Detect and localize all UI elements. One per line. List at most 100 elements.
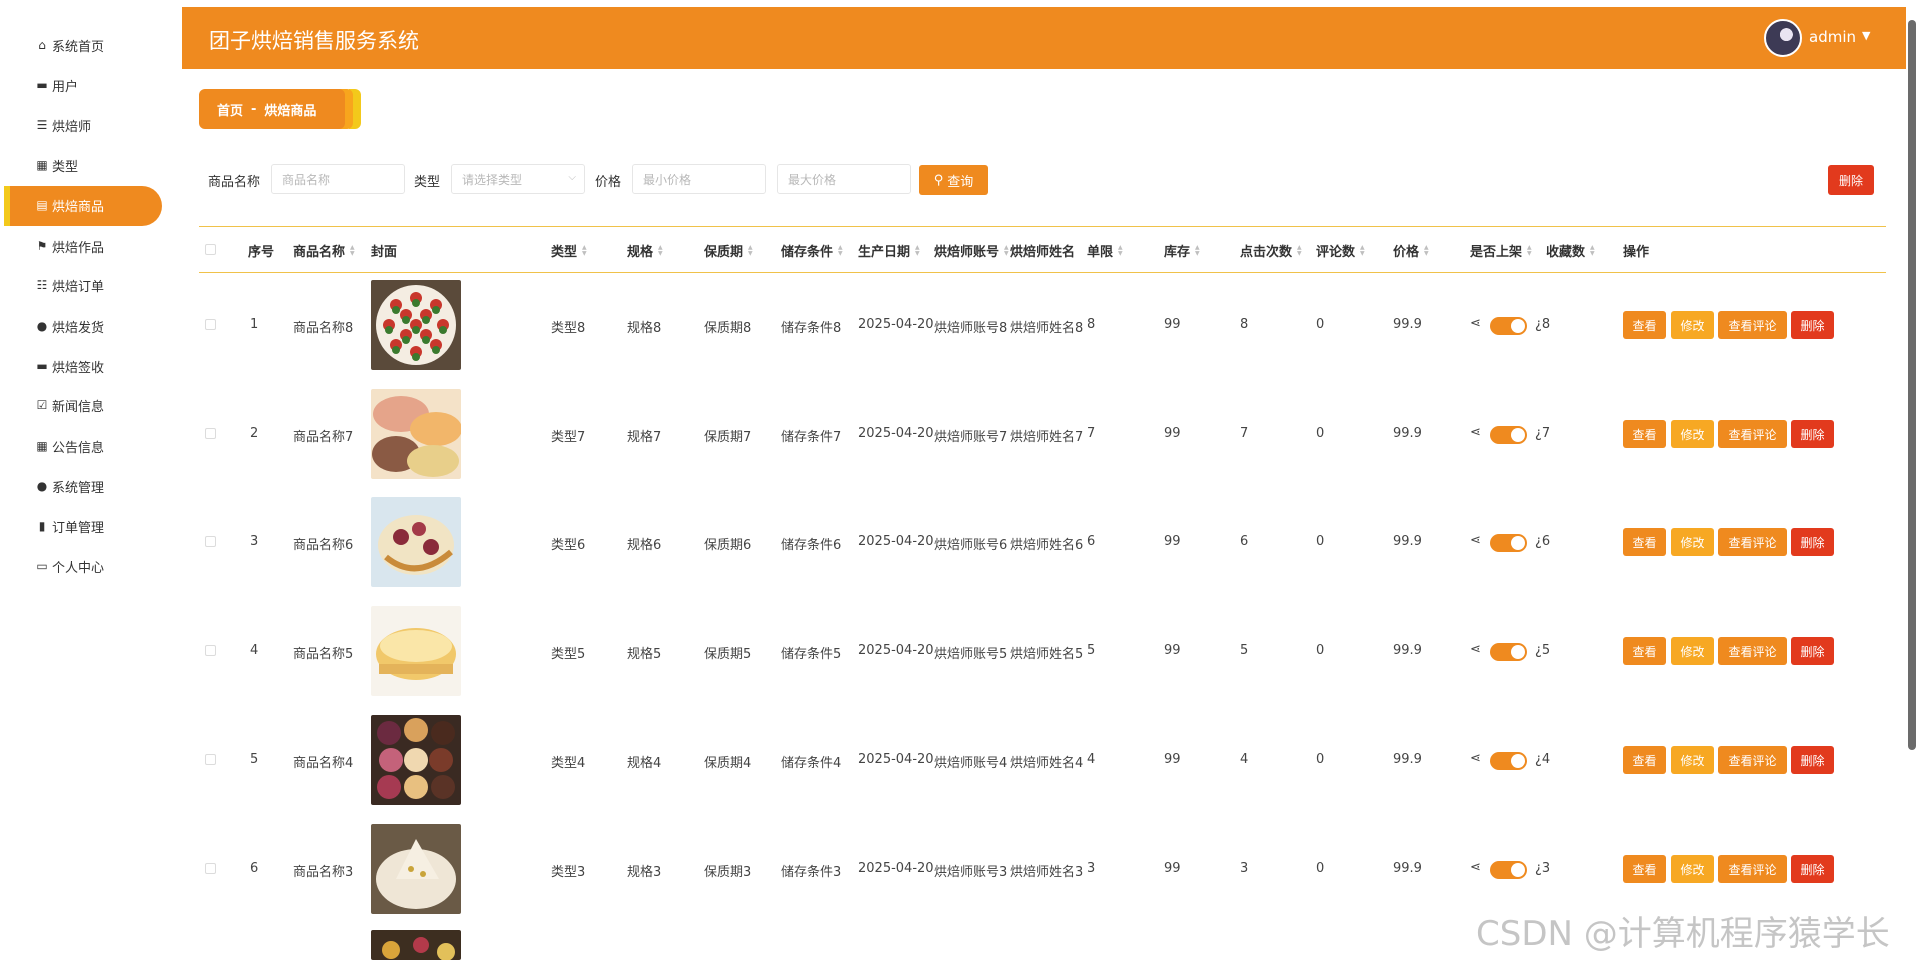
row-checkbox[interactable] [205,863,216,874]
delete-button[interactable]: 删除 [1791,311,1834,339]
sidebar-item[interactable]: ▬ 用户 [35,73,78,97]
sort-icon[interactable]: ▲ ▼ [1590,244,1595,257]
product-cover-image[interactable] [371,280,461,370]
view-comments-button[interactable]: 查看评论 [1718,637,1787,665]
delete-button[interactable]: 删除 [1791,528,1834,556]
on-shelf-toggle[interactable] [1490,317,1527,335]
row-checkbox[interactable] [205,754,216,765]
on-shelf-toggle[interactable] [1490,752,1527,770]
product-name-input[interactable]: 商品名称 [271,164,405,194]
avatar[interactable] [1764,19,1802,57]
user-name[interactable]: admin [1809,28,1856,46]
sort-icon[interactable]: ▲ ▼ [1297,244,1302,257]
table-column-header[interactable]: 规格 ▲ ▼ [627,241,663,260]
sidebar-item[interactable]: ▦ 类型 [35,153,78,177]
cell-comments: 0 [1316,426,1325,441]
row-checkbox[interactable] [205,645,216,656]
sort-icon[interactable]: ▲ ▼ [1424,244,1429,257]
sort-icon[interactable]: ▲ ▼ [350,244,355,257]
view-comments-button[interactable]: 查看评论 [1718,420,1787,448]
select-all-checkbox[interactable] [205,244,216,255]
view-button[interactable]: 查看 [1623,311,1666,339]
table-column-header[interactable]: 商品名称 ▲ ▼ [293,241,355,260]
table-column-header[interactable]: 库存 ▲ ▼ [1164,241,1200,260]
row-checkbox[interactable] [205,428,216,439]
view-comments-button[interactable]: 查看评论 [1718,528,1787,556]
table-column-header[interactable]: 保质期 ▲ ▼ [704,241,753,260]
edit-button[interactable]: 修改 [1671,528,1714,556]
sort-icon[interactable]: ▲ ▼ [915,244,920,257]
min-price-input[interactable]: 最小价格 [632,164,766,194]
delete-button[interactable]: 删除 [1791,637,1834,665]
sort-icon[interactable]: ▲ ▼ [1004,244,1009,257]
sidebar-item[interactable]: ⌂ 系统首页 [35,33,104,57]
sort-icon[interactable]: ▲ ▼ [1527,244,1532,257]
on-shelf-toggle[interactable] [1490,643,1527,661]
on-shelf-toggle[interactable] [1490,534,1527,552]
cell-baker-acc: 烘焙师账号8 [934,321,1008,336]
product-cover-image[interactable] [371,389,461,479]
view-button[interactable]: 查看 [1623,746,1666,774]
sidebar-item-label: 用户 [52,79,79,95]
product-cover-image[interactable] [371,606,461,696]
view-button[interactable]: 查看 [1623,528,1666,556]
sort-icon[interactable]: ▲ ▼ [1195,244,1200,257]
sort-icon[interactable]: ▲ ▼ [658,244,663,257]
favorites-count: ¿5 [1535,643,1550,658]
view-button[interactable]: 查看 [1623,420,1666,448]
cell-storage: 储存条件5 [781,647,842,662]
sort-icon[interactable]: ▲ ▼ [1360,244,1365,257]
edit-button[interactable]: 修改 [1671,311,1714,339]
product-cover-image[interactable] [371,930,461,960]
sort-icon[interactable]: ▲ ▼ [748,244,753,257]
row-checkbox[interactable] [205,319,216,330]
edit-button[interactable]: 修改 [1671,746,1714,774]
table-column-header[interactable]: 价格 ▲ ▼ [1393,241,1429,260]
table-column-header[interactable]: 单限 ▲ ▼ [1087,241,1123,260]
sort-icon[interactable]: ▲ ▼ [582,244,587,257]
sort-icon[interactable]: ▲ ▼ [838,244,843,257]
sidebar-item[interactable]: ▤ 烘焙商品 [35,193,104,217]
table-column-header[interactable]: 收藏数 ▲ ▼ [1546,241,1595,260]
type-select[interactable]: 请选择类型 ⌵ [451,164,585,194]
view-comments-button[interactable]: 查看评论 [1718,855,1787,883]
table-column-header[interactable]: 点击次数 ▲ ▼ [1240,241,1302,260]
column-header-label: 封面 [371,245,398,260]
delete-button[interactable]: 删除 [1791,855,1834,883]
on-shelf-toggle[interactable] [1490,861,1527,879]
bulk-delete-button[interactable]: 删除 [1828,165,1874,195]
delete-button[interactable]: 删除 [1791,420,1834,448]
sort-icon[interactable]: ▲ ▼ [1118,244,1123,257]
table-column-header[interactable]: 评论数 ▲ ▼ [1316,241,1365,260]
share-icon: ⋖ [1470,533,1481,548]
table-column-header[interactable]: 是否上架 ▲ ▼ [1470,241,1532,260]
breadcrumb-bar: 首页 - 烘焙商品 [199,89,345,129]
table-column-header[interactable]: 烘焙师账号 ▲ ▼ [934,241,1009,260]
column-header-label: 商品名称 [293,245,346,260]
row-checkbox[interactable] [205,536,216,547]
sidebar-item[interactable]: ☰ 烘焙师 [35,113,91,137]
chevron-down-icon[interactable]: ▼ [1862,29,1870,42]
on-shelf-toggle[interactable] [1490,426,1527,444]
view-comments-button[interactable]: 查看评论 [1718,746,1787,774]
view-button[interactable]: 查看 [1623,637,1666,665]
favorite-icon: ¿ [1535,861,1542,876]
table-column-header[interactable]: 储存条件 ▲ ▼ [781,241,843,260]
product-cover-image[interactable] [371,497,461,587]
query-button[interactable]: ⚲ 查询 [919,165,988,195]
edit-button[interactable]: 修改 [1671,855,1714,883]
share-icon: ⋖ [1470,860,1481,875]
breadcrumb-home[interactable]: 首页 [217,100,243,119]
table-column-header[interactable]: 类型 ▲ ▼ [551,241,587,260]
sidebar-item[interactable]: ⚑ 烘焙作品 [35,234,104,258]
view-button[interactable]: 查看 [1623,855,1666,883]
delete-button[interactable]: 删除 [1791,746,1834,774]
view-comments-button[interactable]: 查看评论 [1718,311,1787,339]
table-column-header[interactable]: 生产日期 ▲ ▼ [858,241,920,260]
product-cover-image[interactable] [371,715,461,805]
edit-button[interactable]: 修改 [1671,637,1714,665]
edit-button[interactable]: 修改 [1671,420,1714,448]
max-price-input[interactable]: 最大价格 [777,164,911,194]
product-cover-image[interactable] [371,824,461,914]
sidebar-item-label: 烘焙作品 [52,240,105,256]
